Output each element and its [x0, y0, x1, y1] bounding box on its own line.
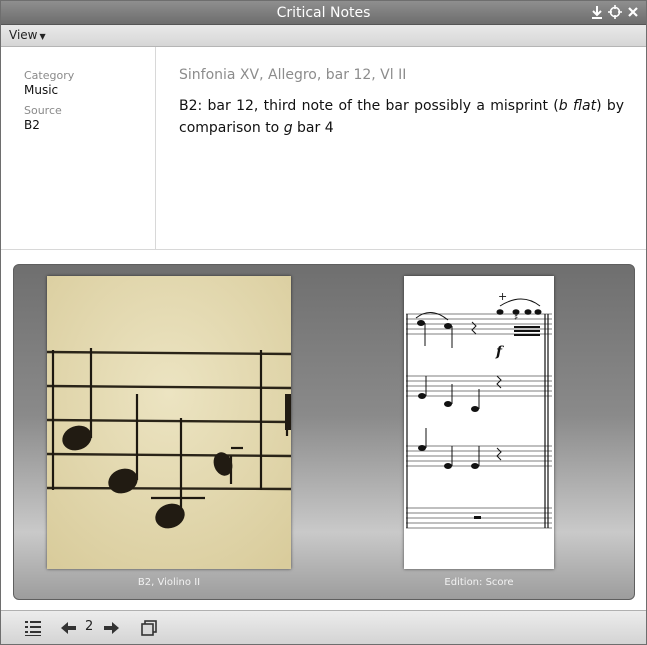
menu-bar: View ▼ [1, 25, 646, 47]
window-title: Critical Notes [276, 5, 371, 21]
category-value: Music [24, 83, 59, 97]
download-icon[interactable] [590, 4, 604, 20]
edition-caption: Edition: Score [444, 577, 514, 588]
source-value: B2 [24, 118, 40, 132]
close-icon[interactable] [626, 4, 640, 20]
manuscript-caption: B2, Violino II [137, 577, 201, 588]
category-label: Category [24, 69, 75, 82]
edition-score-image[interactable]: + ♯ f [404, 276, 554, 569]
note-text-part: B2: bar 12, third note of the bar possib… [179, 98, 559, 114]
source-label: Source [24, 104, 62, 117]
note-text-emphasis: b flat [558, 98, 597, 114]
title-bar[interactable]: Critical Notes [1, 1, 646, 25]
next-arrow-icon[interactable] [101, 618, 121, 638]
critical-notes-window: Critical Notes View ▼ Category Music Sour… [0, 0, 647, 645]
note-text-emphasis: g [283, 120, 293, 136]
note-text-part: bar 4 [292, 120, 334, 136]
previous-arrow-icon[interactable] [59, 618, 79, 638]
note-title: Sinfonia XV, Allegro, bar 12, Vl II [179, 67, 407, 83]
manuscript-image[interactable] [47, 276, 291, 569]
view-menu-label: View [9, 28, 38, 42]
window-copy-icon[interactable] [139, 618, 159, 638]
metadata-panel: Category Music Source B2 [1, 47, 156, 249]
panel-divider [1, 249, 646, 250]
list-icon[interactable] [23, 618, 43, 638]
score-plus-mark: + [498, 290, 507, 303]
note-panel: Sinfonia XV, Allegro, bar 12, Vl II B2: … [157, 47, 646, 249]
note-text: B2: bar 12, third note of the bar possib… [179, 95, 624, 139]
score-sharp-mark: ♯ [514, 313, 518, 323]
view-menu[interactable]: View ▼ [9, 28, 46, 42]
chevron-down-icon: ▼ [39, 32, 46, 41]
window-controls [590, 4, 640, 20]
page-number: 2 [85, 619, 94, 634]
move-icon[interactable] [608, 4, 622, 20]
bottom-toolbar: 2 [1, 610, 646, 644]
